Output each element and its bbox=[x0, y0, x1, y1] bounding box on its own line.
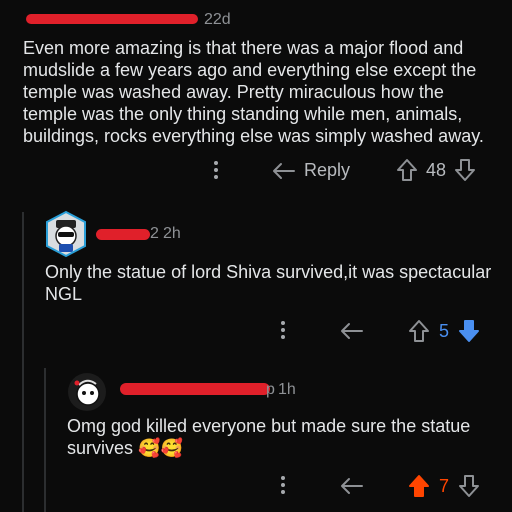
comment-timestamp: 22d bbox=[204, 11, 231, 28]
emoji: 🥰🥰 bbox=[138, 438, 183, 458]
downvote-icon[interactable] bbox=[458, 474, 480, 498]
reply-label: Reply bbox=[304, 160, 351, 180]
vote-controls: 5 bbox=[408, 319, 480, 343]
redacted-username bbox=[120, 383, 270, 395]
username-fragment: 2 bbox=[150, 225, 159, 242]
comment-body: Only the statue of lord Shiva survived,i… bbox=[45, 262, 492, 304]
vote-score: 5 bbox=[439, 320, 450, 341]
redacted-username bbox=[96, 229, 150, 240]
vote-score: 7 bbox=[439, 475, 450, 496]
vote-controls: 7 bbox=[408, 474, 480, 498]
vote-controls: 48 bbox=[396, 158, 476, 182]
downvote-icon[interactable] bbox=[458, 319, 480, 343]
reply-arrow-icon[interactable] bbox=[340, 321, 364, 341]
vote-score: 48 bbox=[426, 159, 447, 180]
more-icon[interactable] bbox=[277, 321, 289, 339]
reply-arrow-icon[interactable] bbox=[340, 476, 364, 496]
username-fragment: p bbox=[266, 381, 275, 398]
comment-timestamp: 2h bbox=[163, 225, 181, 242]
comment-text: Omg god killed everyone but made sure th… bbox=[67, 416, 471, 458]
reply-button[interactable]: Reply bbox=[272, 160, 350, 181]
thread-line bbox=[44, 368, 46, 512]
downvote-icon[interactable] bbox=[454, 158, 476, 182]
more-icon[interactable] bbox=[277, 476, 289, 494]
avatar[interactable] bbox=[44, 210, 88, 258]
upvote-icon[interactable] bbox=[396, 158, 418, 182]
redacted-username bbox=[26, 14, 198, 24]
reply-arrow-icon bbox=[273, 162, 295, 179]
upvote-icon[interactable] bbox=[408, 474, 430, 498]
comment-timestamp: 1h bbox=[278, 381, 296, 398]
more-icon[interactable] bbox=[210, 161, 222, 179]
comment-body: Even more amazing is that there was a ma… bbox=[23, 38, 484, 146]
thread-line bbox=[22, 212, 24, 512]
avatar[interactable] bbox=[67, 372, 107, 412]
comment-body: Omg god killed everyone but made sure th… bbox=[67, 415, 487, 459]
upvote-icon[interactable] bbox=[408, 319, 430, 343]
